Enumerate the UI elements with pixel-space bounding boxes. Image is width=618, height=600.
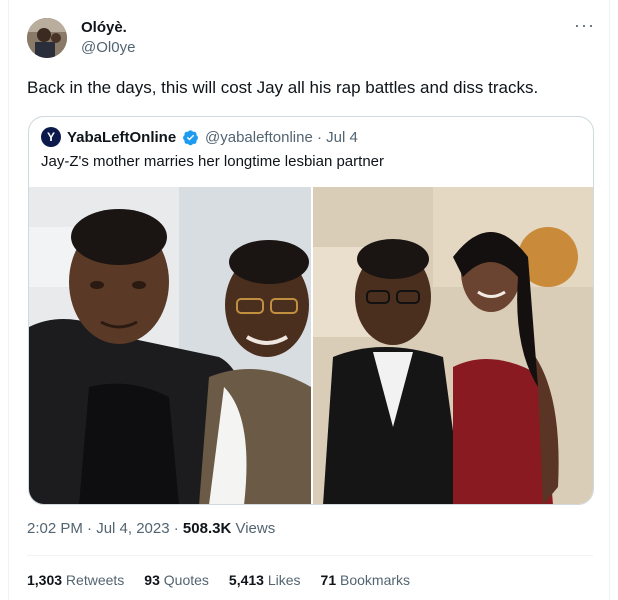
quoted-tweet-text: Jay-Z's mother marries her longtime lesb… [41, 153, 384, 170]
more-horizontal-icon[interactable]: ··· [574, 16, 595, 34]
bookmarks-count: 71 [320, 572, 337, 588]
quotes-count: 93 [144, 572, 160, 588]
quoted-author-avatar[interactable]: Y [41, 127, 61, 147]
quotes-stat[interactable]: 93 Quotes [144, 572, 209, 588]
quoted-photo-right[interactable] [313, 187, 593, 504]
quoted-author-handle-date[interactable]: @yabaleftonline · Jul 4 [205, 129, 358, 146]
likes-label: Likes [263, 572, 301, 588]
author-avatar[interactable] [27, 18, 67, 58]
likes-count: 5,413 [228, 572, 264, 588]
engagement-stats: 1,303 Retweets 93 Quotes 5,413 Likes 71 … [27, 572, 430, 588]
tweet-timestamp-views[interactable]: 2:02 PM · Jul 4, 2023 · 508.3K Views [27, 520, 275, 537]
bookmarks-stat[interactable]: 71 Bookmarks [321, 572, 411, 588]
retweets-count: 1,303 [27, 572, 63, 588]
tweet-text: Back in the days, this will cost Jay all… [27, 78, 539, 97]
retweets-stat[interactable]: 1,303 Retweets [27, 572, 124, 588]
verified-badge-icon [183, 130, 198, 146]
views-label: Views [231, 520, 276, 537]
tweet-card: Olóyè. @Ol0ye ··· Back in the days, this… [8, 0, 610, 600]
views-count: 508.3K [182, 520, 232, 537]
author-name[interactable]: Olóyè. [81, 19, 127, 36]
quoted-author-name[interactable]: YabaLeftOnline [67, 129, 176, 146]
quoted-photo-left[interactable] [29, 187, 311, 504]
quotes-label: Quotes [159, 572, 209, 588]
likes-stat[interactable]: 5,413 Likes [229, 572, 301, 588]
author-handle[interactable]: @Ol0ye [81, 39, 135, 56]
quoted-tweet[interactable]: Y YabaLeftOnline @yabaleftonline · Jul 4… [28, 116, 594, 505]
divider [27, 555, 593, 556]
bookmarks-label: Bookmarks [336, 572, 411, 588]
tweet-time[interactable]: 2:02 PM · Jul 4, 2023 · [27, 520, 183, 537]
retweets-label: Retweets [62, 572, 125, 588]
